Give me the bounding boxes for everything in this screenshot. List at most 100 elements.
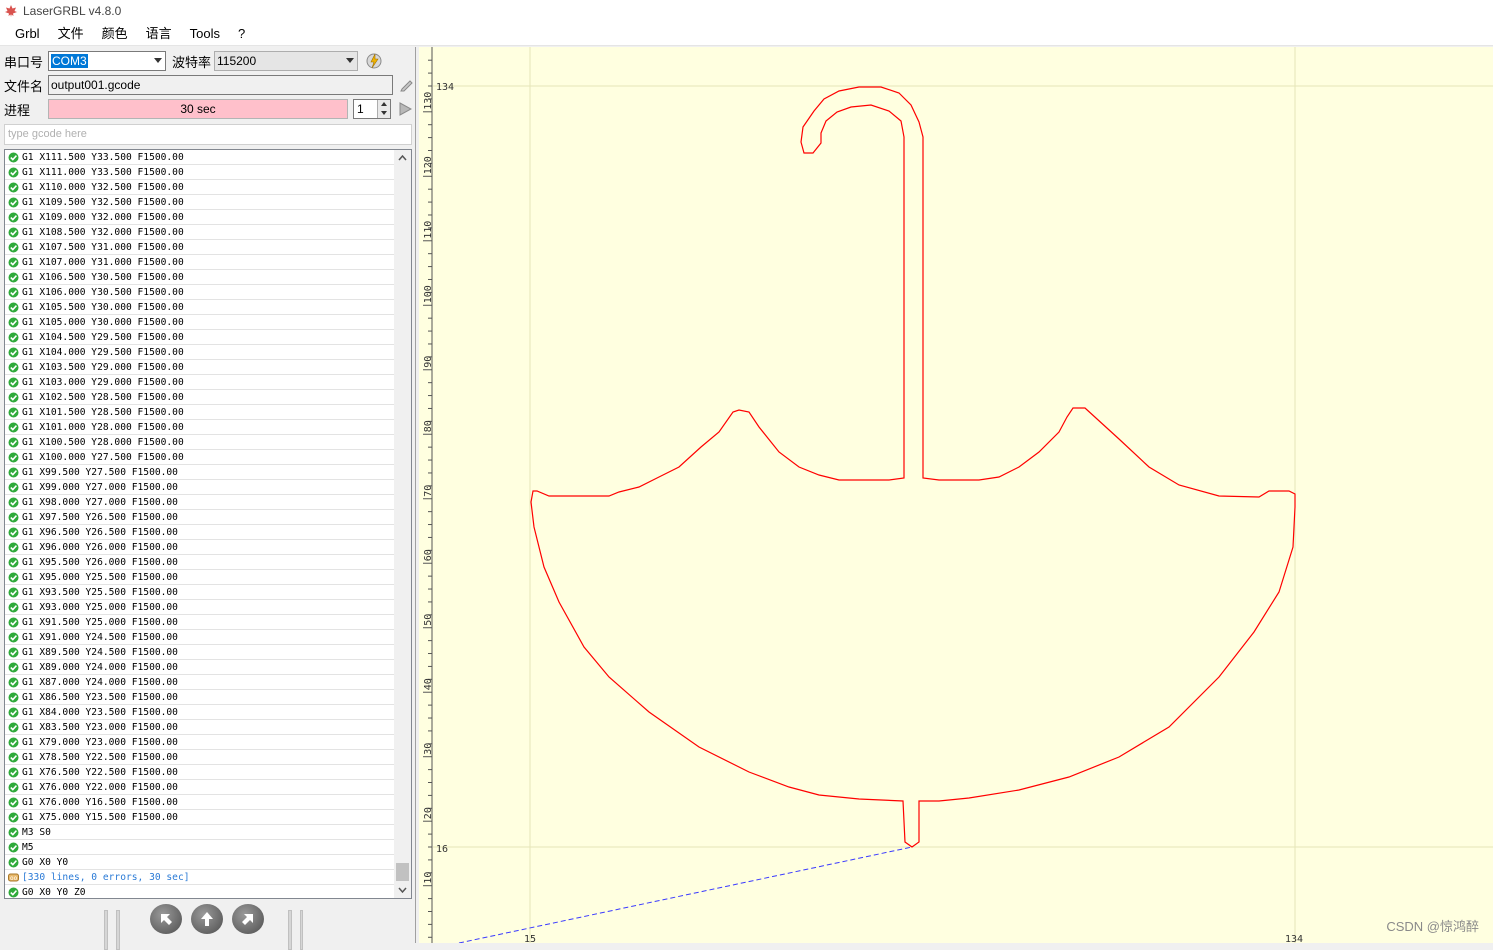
menu-grbl[interactable]: Grbl <box>6 22 49 46</box>
log-line: G1 X110.000 Y32.500 F1500.00 <box>5 180 395 195</box>
z-slider[interactable] <box>288 910 292 950</box>
log-line: oo [330 lines, 0 errors, 30 sec] <box>5 870 395 885</box>
log-scrollbar[interactable] <box>394 150 411 898</box>
y-bound-max-label: 134 <box>436 82 454 93</box>
maple-leaf-icon <box>5 5 17 17</box>
log-line: G1 X83.500 Y23.000 F1500.00 <box>5 720 395 735</box>
check-icon <box>8 167 19 177</box>
scroll-up-icon[interactable] <box>398 154 407 163</box>
log-line: G1 X96.000 Y26.000 F1500.00 <box>5 540 395 555</box>
menu-bar: Grbl 文件 颜色 语言 Tools ? <box>0 22 1493 46</box>
menu-color[interactable]: 颜色 <box>93 22 137 46</box>
log-text: G1 X105.000 Y30.000 F1500.00 <box>22 316 184 328</box>
y-tick-label: 110 <box>423 221 434 239</box>
jog-up-left-button[interactable] <box>150 904 182 934</box>
log-line: G1 X89.500 Y24.500 F1500.00 <box>5 645 395 660</box>
baud-select[interactable]: 115200 <box>214 51 358 71</box>
log-line: G1 X100.000 Y27.500 F1500.00 <box>5 450 395 465</box>
log-line: G1 X91.000 Y24.500 F1500.00 <box>5 630 395 645</box>
x-bound-max-label: 134 <box>1285 934 1303 943</box>
log-line: G1 X103.500 Y29.000 F1500.00 <box>5 360 395 375</box>
run-button[interactable] <box>395 99 415 119</box>
check-icon <box>8 692 19 702</box>
x-bound-min-label: 15 <box>524 934 536 943</box>
log-text: G1 X104.000 Y29.500 F1500.00 <box>22 346 184 358</box>
log-text: G1 X110.000 Y32.500 F1500.00 <box>22 181 184 193</box>
log-line: G1 X102.500 Y28.500 F1500.00 <box>5 390 395 405</box>
log-line: G1 X89.000 Y24.000 F1500.00 <box>5 660 395 675</box>
progress-label: 进程 <box>4 102 31 118</box>
log-line: G1 X87.000 Y24.000 F1500.00 <box>5 675 395 690</box>
check-icon <box>8 512 19 522</box>
log-text: G1 X109.500 Y32.500 F1500.00 <box>22 196 184 208</box>
log-line: G1 X75.000 Y15.500 F1500.00 <box>5 810 395 825</box>
check-icon <box>8 362 19 372</box>
y-tick-label: 30 <box>423 743 434 755</box>
log-line: G1 X107.000 Y31.000 F1500.00 <box>5 255 395 270</box>
scroll-thumb[interactable] <box>396 863 409 881</box>
log-text: G1 X89.500 Y24.500 F1500.00 <box>22 646 178 658</box>
scroll-down-icon[interactable] <box>398 885 407 894</box>
log-text: G1 X103.000 Y29.000 F1500.00 <box>22 376 184 388</box>
file-name-field[interactable]: output001.gcode <box>48 75 393 95</box>
y-bound-min-label: 16 <box>436 844 448 855</box>
progress-text: 30 sec <box>180 102 216 116</box>
passes-value: 1 <box>357 102 364 116</box>
jog-up-right-button[interactable] <box>232 904 264 934</box>
port-select[interactable]: COM3 <box>48 51 166 71</box>
menu-help[interactable]: ? <box>229 22 254 46</box>
log-line: G1 X109.500 Y32.500 F1500.00 <box>5 195 395 210</box>
log-line: G1 X105.500 Y30.000 F1500.00 <box>5 300 395 315</box>
y-tick-label: 60 <box>423 549 434 561</box>
check-icon <box>8 482 19 492</box>
preview-canvas[interactable]: 10 20 30 40 50 60 70 80 90 100 110 120 130 134 16 15… <box>419 47 1493 943</box>
info-icon: oo <box>8 873 19 882</box>
check-icon <box>8 542 19 552</box>
jog-up-button[interactable] <box>191 904 223 934</box>
open-file-button[interactable] <box>397 75 417 95</box>
log-line: G1 X91.500 Y25.000 F1500.00 <box>5 615 395 630</box>
power-slider[interactable] <box>104 910 108 950</box>
menu-file[interactable]: 文件 <box>49 22 93 46</box>
log-text: [330 lines, 0 errors, 30 sec] <box>22 871 190 883</box>
y-tick-label: 70 <box>423 485 434 497</box>
log-line: G1 X93.500 Y25.500 F1500.00 <box>5 585 395 600</box>
menu-language[interactable]: 语言 <box>137 22 181 46</box>
y-tick-label: 40 <box>423 678 434 690</box>
connect-button[interactable] <box>364 51 384 71</box>
gcode-command-input[interactable]: type gcode here <box>4 124 412 145</box>
check-icon <box>8 587 19 597</box>
speed-slider[interactable] <box>116 910 120 950</box>
check-icon <box>8 767 19 777</box>
check-icon <box>8 557 19 567</box>
log-line: G1 X86.500 Y23.500 F1500.00 <box>5 690 395 705</box>
passes-stepper[interactable]: 1 <box>353 99 391 119</box>
file-name-value: output001.gcode <box>51 78 141 92</box>
check-icon <box>8 287 19 297</box>
baud-value: 115200 <box>217 54 257 68</box>
log-text: G1 X106.000 Y30.500 F1500.00 <box>22 286 184 298</box>
log-text: G1 X76.000 Y16.500 F1500.00 <box>22 796 178 808</box>
stepper-up-icon[interactable] <box>377 100 390 109</box>
command-log[interactable]: G1 X111.500 Y33.500 F1500.00 G1 X111.000 … <box>4 149 412 899</box>
log-text: G1 X93.500 Y25.500 F1500.00 <box>22 586 178 598</box>
log-text: G1 X75.000 Y15.500 F1500.00 <box>22 811 178 823</box>
svg-text:oo: oo <box>10 875 18 882</box>
check-icon <box>8 272 19 282</box>
check-icon <box>8 392 19 402</box>
menu-tools[interactable]: Tools <box>181 22 229 46</box>
log-line: G1 X78.500 Y22.500 F1500.00 <box>5 750 395 765</box>
log-text: G1 X100.000 Y27.500 F1500.00 <box>22 451 184 463</box>
log-line: G1 X108.500 Y32.000 F1500.00 <box>5 225 395 240</box>
log-line: G1 X99.000 Y27.000 F1500.00 <box>5 480 395 495</box>
log-text: G1 X93.000 Y25.000 F1500.00 <box>22 601 178 613</box>
check-icon <box>8 707 19 717</box>
check-icon <box>8 182 19 192</box>
stepper-down-icon[interactable] <box>377 109 390 118</box>
log-line: G1 X76.000 Y22.000 F1500.00 <box>5 780 395 795</box>
log-text: G0 X0 Y0 Z0 <box>22 886 86 898</box>
log-text: G1 X101.500 Y28.500 F1500.00 <box>22 406 184 418</box>
window-title: LaserGRBL v4.8.0 <box>23 4 122 18</box>
check-icon <box>8 437 19 447</box>
log-text: G1 X76.500 Y22.500 F1500.00 <box>22 766 178 778</box>
